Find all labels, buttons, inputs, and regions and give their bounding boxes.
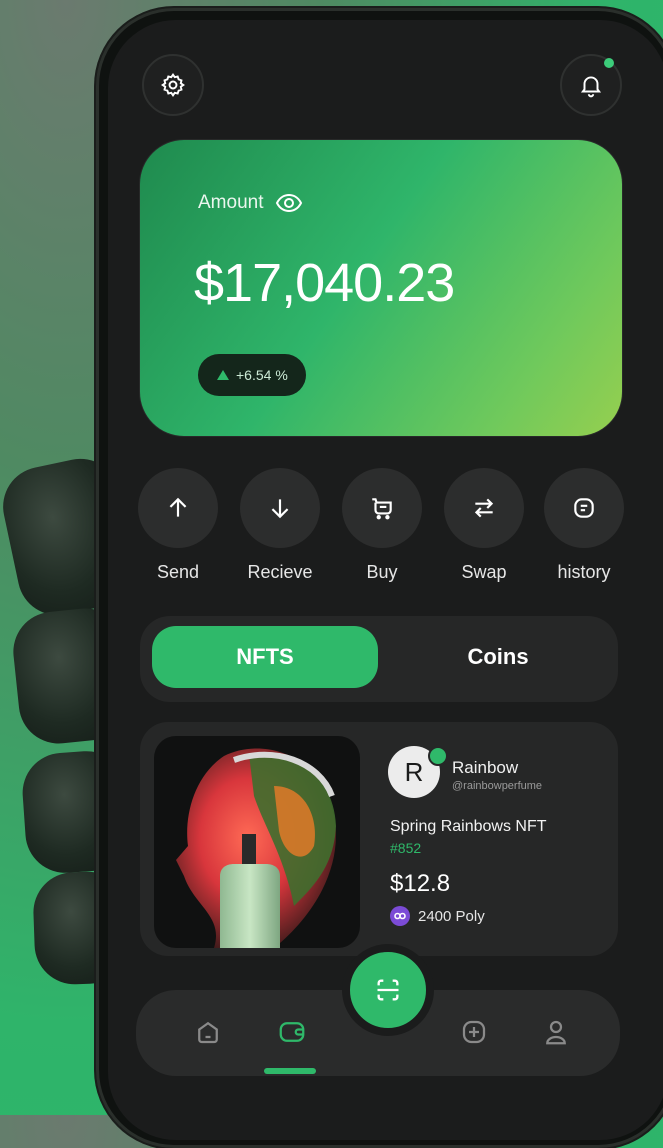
swap-button[interactable] <box>444 468 524 548</box>
scan-icon <box>377 979 399 1001</box>
receive-action[interactable]: Recieve <box>240 468 320 583</box>
change-badge: +6.54 % <box>198 354 306 396</box>
nft-id: #852 <box>390 840 422 856</box>
home-icon <box>198 1021 218 1044</box>
buy-action[interactable]: Buy <box>342 468 422 583</box>
balance-amount: $17,040.23 <box>194 253 455 313</box>
notifications-button[interactable] <box>560 54 622 116</box>
receive-label: Recieve <box>247 562 313 582</box>
history-icon <box>574 498 594 518</box>
buy-label: Buy <box>366 562 398 582</box>
buy-button[interactable] <box>342 468 422 548</box>
bell-icon <box>580 76 602 98</box>
history-button[interactable] <box>544 468 624 548</box>
nav-profile[interactable] <box>536 1012 576 1052</box>
nft-card[interactable]: R Rainbow @rainbowperfume Spring Rainbow… <box>140 722 618 956</box>
nav-add[interactable] <box>454 1012 494 1052</box>
swap-icon <box>474 498 494 518</box>
cart-icon <box>372 498 392 520</box>
nft-price: $12.8 <box>390 870 451 897</box>
creator-name[interactable]: Rainbow <box>452 758 518 778</box>
receive-button[interactable] <box>240 468 320 548</box>
eye-icon[interactable] <box>275 192 303 214</box>
nav-wallet[interactable] <box>272 1012 312 1052</box>
active-nav-indicator <box>264 1068 316 1074</box>
history-action[interactable]: history <box>544 468 624 583</box>
arrow-up-icon <box>169 497 187 517</box>
creator-handle: @rainbowperfume <box>452 780 543 792</box>
send-button[interactable] <box>138 468 218 548</box>
asset-tabs: NFTS Coins <box>140 616 618 702</box>
amount-label: Amount <box>198 192 264 213</box>
profile-icon <box>546 1020 566 1045</box>
history-label: history <box>557 562 611 582</box>
gear-icon <box>161 73 185 97</box>
swap-action[interactable]: Swap <box>444 468 524 583</box>
send-label: Send <box>156 562 200 582</box>
balance-card: Amount $17,040.23 +6.54 % <box>140 140 622 436</box>
notification-dot <box>604 58 614 68</box>
phone-screen: Amount $17,040.23 +6.54 % Send Recieve B… <box>108 20 663 1140</box>
settings-button[interactable] <box>142 54 204 116</box>
swap-label: Swap <box>461 562 507 582</box>
nav-home[interactable] <box>188 1012 228 1052</box>
nft-poly-price: 2400 Poly <box>390 906 485 926</box>
triangle-up-icon <box>217 370 229 380</box>
scan-button[interactable] <box>342 944 434 1036</box>
tab-nfts[interactable]: NFTS <box>152 626 378 688</box>
change-value: +6.54 % <box>236 367 288 383</box>
poly-amount: 2400 Poly <box>418 907 485 925</box>
polygon-icon <box>390 906 410 926</box>
tab-coins[interactable]: Coins <box>390 626 606 688</box>
wallet-icon <box>279 1022 305 1042</box>
nft-title: Spring Rainbows NFT <box>390 818 547 835</box>
nft-image <box>154 736 360 948</box>
verified-badge-icon <box>428 746 448 766</box>
amount-label-row: Amount <box>198 192 303 214</box>
send-action[interactable]: Send <box>138 468 218 583</box>
add-icon <box>462 1020 486 1044</box>
arrow-down-icon <box>271 499 289 519</box>
